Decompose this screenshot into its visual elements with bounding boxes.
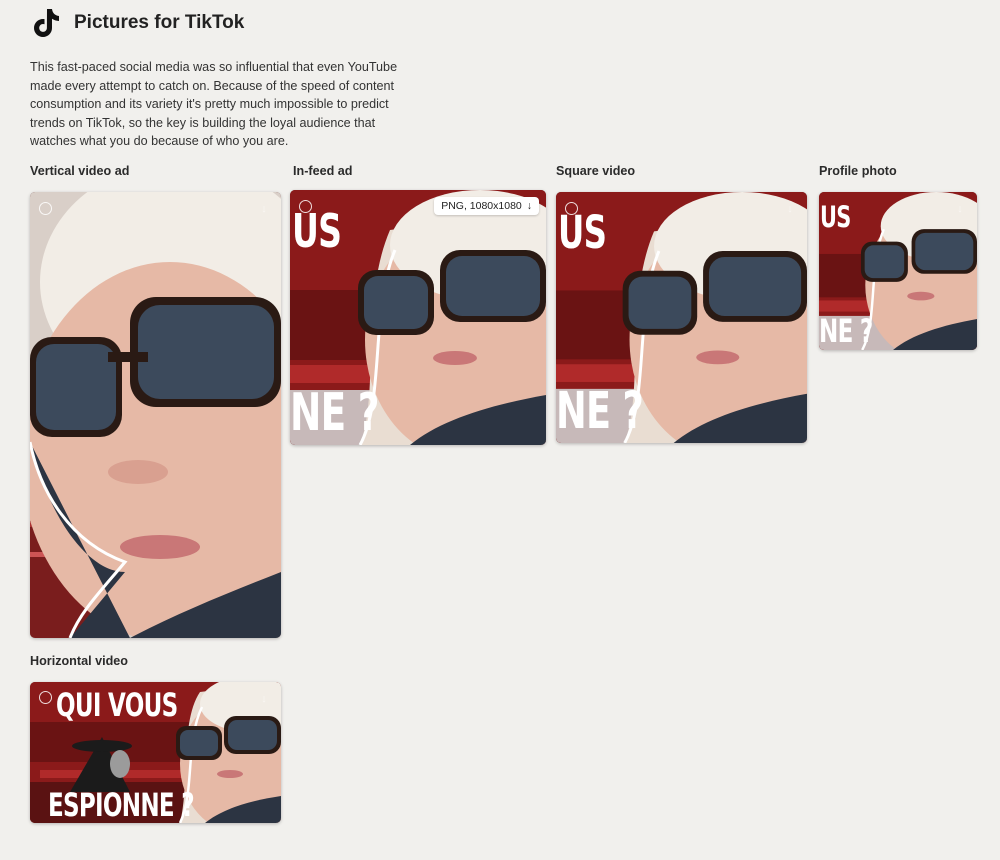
download-arrow-icon[interactable]: ↓ (256, 201, 272, 217)
label-profile-photo: Profile photo (819, 164, 897, 178)
select-circle-icon[interactable] (39, 202, 52, 215)
headline-line-1: QUI VOUS (56, 686, 178, 724)
format-download-button[interactable]: PNG, 1080x1080 ↓ (434, 197, 539, 215)
tiktok-logo-icon (30, 6, 64, 40)
overlay-text-fragment: US (292, 204, 342, 258)
overlay-text-fragment: NE ? (819, 312, 873, 350)
overlay-text-fragment: US (820, 200, 851, 234)
label-vertical-video-ad: Vertical video ad (30, 164, 130, 178)
download-arrow-icon[interactable]: ↓ (256, 691, 272, 707)
label-square-video: Square video (556, 164, 636, 178)
square-video-thumbnail[interactable]: US NE ? ↓ (556, 192, 807, 443)
label-in-feed-ad: In-feed ad (293, 164, 353, 178)
headline-line-2: ESPIONNE ? (48, 786, 195, 823)
select-circle-icon[interactable] (299, 200, 312, 213)
baby-portrait-image (30, 192, 281, 638)
label-horizontal-video: Horizontal video (30, 654, 128, 668)
horizontal-video-thumbnail[interactable]: QUI VOUS ESPIONNE ? ↓ (30, 682, 281, 823)
download-arrow-icon[interactable]: ↓ (952, 201, 968, 217)
format-label: PNG, 1080x1080 (441, 200, 522, 212)
page-header: Pictures for TikTok (30, 6, 244, 40)
page-title: Pictures for TikTok (74, 12, 245, 33)
overlay-text-fragment: NE ? (556, 382, 644, 441)
overlay-text-fragment: NE ? (290, 383, 380, 443)
overlay-text-fragment: US (558, 206, 607, 259)
download-arrow-icon[interactable]: ↓ (782, 201, 798, 217)
description-text: This fast-paced social media was so infl… (30, 60, 398, 148)
download-arrow-icon: ↓ (526, 200, 532, 212)
select-circle-icon[interactable] (39, 691, 52, 704)
select-circle-icon[interactable] (565, 202, 578, 215)
in-feed-ad-thumbnail[interactable]: US NE ? PNG, 1080x1080 ↓ (290, 190, 546, 445)
vertical-video-thumbnail[interactable]: ↓ (30, 192, 281, 638)
profile-photo-thumbnail[interactable]: US NE ? ↓ (819, 192, 977, 350)
